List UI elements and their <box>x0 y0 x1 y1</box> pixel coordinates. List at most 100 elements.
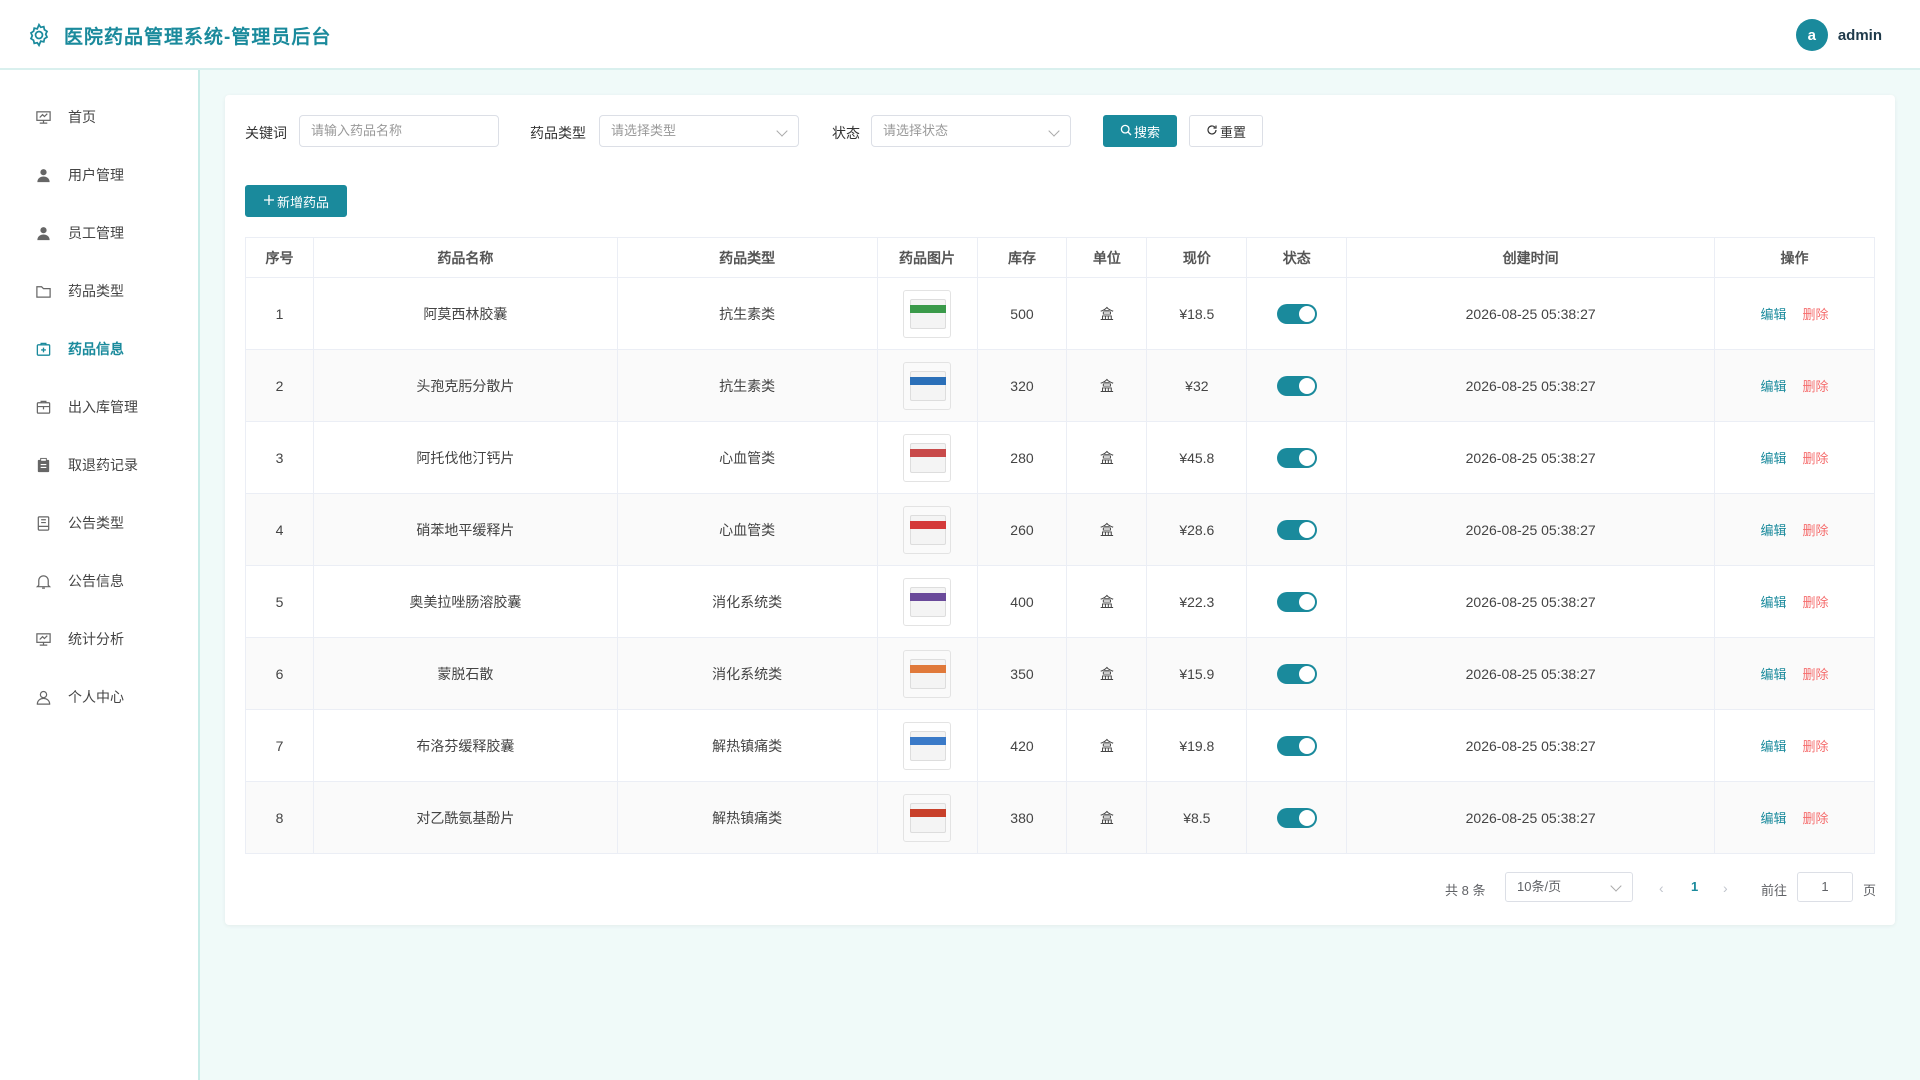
page-number-current[interactable]: 1 <box>1691 879 1698 894</box>
status-toggle[interactable] <box>1276 375 1317 396</box>
avatar[interactable]: a <box>1795 19 1828 51</box>
sidebar-item-label: 取退药记录 <box>68 457 138 473</box>
status-toggle[interactable] <box>1276 591 1317 612</box>
column-header-price: 现价 <box>1146 237 1248 278</box>
edit-link[interactable]: 编辑 <box>1761 595 1787 610</box>
column-header-stock: 库存 <box>976 237 1068 278</box>
search-button[interactable]: 搜索 <box>1103 115 1177 147</box>
edit-link[interactable]: 编辑 <box>1761 523 1787 538</box>
drug-image[interactable] <box>903 649 952 698</box>
sidebar-item-home[interactable]: 首页 <box>0 95 198 139</box>
sidebar-item-notices[interactable]: 公告信息 <box>0 559 198 603</box>
row-no: 4 <box>245 493 314 566</box>
status-toggle[interactable] <box>1276 735 1317 756</box>
sidebar-item-stock[interactable]: 出入库管理 <box>0 385 198 429</box>
sidebar-item-profile[interactable]: 个人中心 <box>0 675 198 719</box>
status-label: 状态 <box>832 125 860 141</box>
drug-unit: 盒 <box>1066 637 1148 710</box>
status-toggle[interactable] <box>1276 303 1317 324</box>
page-size-select[interactable]: 10条/页 <box>1505 872 1633 902</box>
chart-icon <box>34 630 52 648</box>
user-menu[interactable]: a admin <box>1795 19 1882 51</box>
edit-link[interactable]: 编辑 <box>1761 739 1787 754</box>
edit-link[interactable]: 编辑 <box>1761 307 1787 322</box>
edit-link[interactable]: 编辑 <box>1761 811 1787 826</box>
sidebar-item-drug-info[interactable]: 药品信息 <box>0 327 198 371</box>
column-header-image: 药品图片 <box>876 237 978 278</box>
search-button-label: 搜索 <box>1133 124 1160 140</box>
sidebar: 首页 用户管理 员工管理 药品类型 药品信息 出入库管理 取退药记录 公告类型 … <box>0 70 200 1080</box>
staff-icon <box>34 224 52 242</box>
delete-link[interactable]: 删除 <box>1803 811 1829 826</box>
edit-link[interactable]: 编辑 <box>1761 379 1787 394</box>
drug-stock: 320 <box>976 349 1068 422</box>
delete-link[interactable]: 删除 <box>1803 451 1829 466</box>
row-no: 6 <box>245 637 314 710</box>
sidebar-item-notice-types[interactable]: 公告类型 <box>0 501 198 545</box>
drug-stock: 400 <box>976 565 1068 638</box>
add-drug-button[interactable]: 新增药品 <box>245 185 347 217</box>
drug-stock: 260 <box>976 493 1068 566</box>
row-no: 2 <box>245 349 314 422</box>
drug-stock: 500 <box>976 277 1068 350</box>
drug-type-placeholder: 请选择类型 <box>611 123 677 138</box>
sidebar-item-label: 个人中心 <box>68 689 124 705</box>
sidebar-item-label: 药品信息 <box>68 341 124 357</box>
reset-button[interactable]: 重置 <box>1189 115 1263 147</box>
next-page-icon[interactable]: › <box>1723 880 1728 896</box>
status-toggle[interactable] <box>1276 663 1317 684</box>
drug-image[interactable] <box>903 793 952 842</box>
drug-image[interactable] <box>903 289 952 338</box>
sidebar-item-label: 统计分析 <box>68 631 124 647</box>
sidebar-item-pickup-records[interactable]: 取退药记录 <box>0 443 198 487</box>
drug-image[interactable] <box>903 505 952 554</box>
drug-type-select[interactable]: 请选择类型 <box>599 115 799 147</box>
sidebar-item-label: 用户管理 <box>68 167 124 183</box>
row-no: 1 <box>245 277 314 350</box>
drug-price: ¥22.3 <box>1146 565 1248 638</box>
row-no: 5 <box>245 565 314 638</box>
drug-image[interactable] <box>903 577 952 626</box>
keyword-input[interactable]: 请输入药品名称 <box>299 115 499 147</box>
sidebar-item-label: 公告信息 <box>68 573 124 589</box>
edit-link[interactable]: 编辑 <box>1761 667 1787 682</box>
delete-link[interactable]: 删除 <box>1803 307 1829 322</box>
status-toggle[interactable] <box>1276 519 1317 540</box>
edit-link[interactable]: 编辑 <box>1761 451 1787 466</box>
delete-link[interactable]: 删除 <box>1803 523 1829 538</box>
status-toggle[interactable] <box>1276 807 1317 828</box>
drug-image[interactable] <box>903 721 952 770</box>
drug-unit: 盒 <box>1066 493 1148 566</box>
delete-link[interactable]: 删除 <box>1803 739 1829 754</box>
delete-link[interactable]: 删除 <box>1803 379 1829 394</box>
status-select[interactable]: 请选择状态 <box>871 115 1071 147</box>
column-header-no: 序号 <box>245 237 314 278</box>
goto-page-input[interactable]: 1 <box>1797 872 1853 902</box>
drug-type: 抗生素类 <box>616 277 878 350</box>
drug-type-label: 药品类型 <box>530 125 586 141</box>
table-row: 5 奥美拉唑肠溶胶囊 消化系统类 400 盒 ¥22.3 2026-08-25 … <box>245 565 1875 638</box>
drug-type: 消化系统类 <box>616 637 878 710</box>
sidebar-item-label: 首页 <box>68 109 96 125</box>
delete-link[interactable]: 删除 <box>1803 667 1829 682</box>
drug-image[interactable] <box>903 361 952 410</box>
page-size-value: 10条/页 <box>1517 879 1562 894</box>
sidebar-item-statistics[interactable]: 统计分析 <box>0 617 198 661</box>
delete-link[interactable]: 删除 <box>1803 595 1829 610</box>
prev-page-icon[interactable]: ‹ <box>1659 880 1664 896</box>
drug-price: ¥8.5 <box>1146 781 1248 854</box>
refresh-icon <box>1206 124 1220 139</box>
created-time: 2026-08-25 05:38:27 <box>1346 277 1716 350</box>
sidebar-item-staff[interactable]: 员工管理 <box>0 211 198 255</box>
sidebar-item-users[interactable]: 用户管理 <box>0 153 198 197</box>
drug-unit: 盒 <box>1066 781 1148 854</box>
table-header-row: 序号 药品名称 药品类型 药品图片 库存 单位 现价 状态 创建时间 操作 <box>245 237 1875 278</box>
sidebar-item-drug-types[interactable]: 药品类型 <box>0 269 198 313</box>
drug-name: 蒙脱石散 <box>312 637 618 710</box>
gear-icon <box>26 22 52 48</box>
status-toggle[interactable] <box>1276 447 1317 468</box>
username[interactable]: admin <box>1838 27 1882 44</box>
reset-button-label: 重置 <box>1219 124 1246 140</box>
created-time: 2026-08-25 05:38:27 <box>1346 781 1716 854</box>
drug-image[interactable] <box>903 433 952 482</box>
